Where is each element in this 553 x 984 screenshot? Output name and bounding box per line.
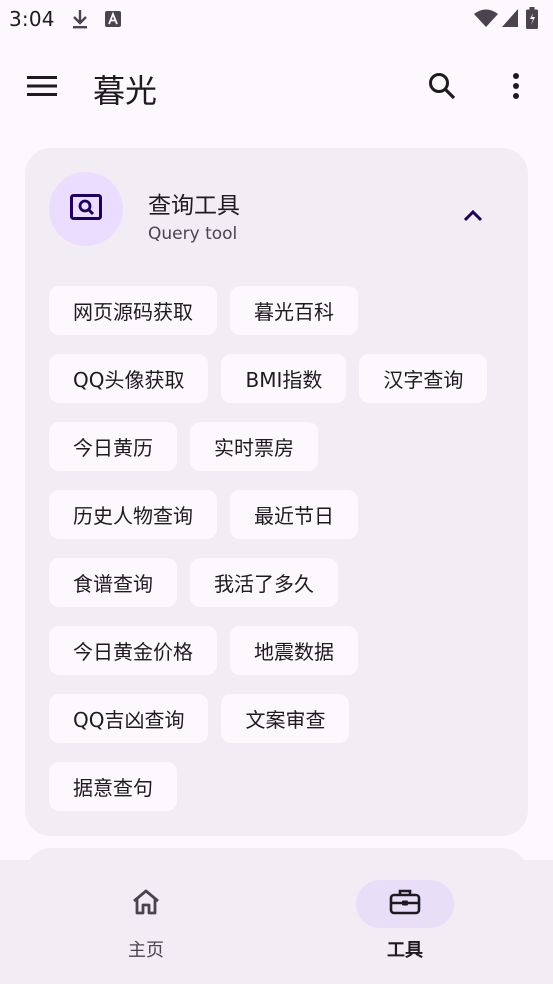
- chip-bmi-index[interactable]: BMI指数: [221, 354, 347, 403]
- chip-recipe-lookup[interactable]: 食谱查询: [49, 558, 177, 607]
- nav-item-home[interactable]: 主页: [86, 880, 206, 970]
- chip-how-long-lived[interactable]: 我活了多久: [190, 558, 338, 607]
- nav-label-tools: 工具: [387, 940, 423, 961]
- more-options-button[interactable]: [492, 64, 540, 112]
- cellular-icon: [502, 9, 518, 31]
- screen: 3:04 暮光 查询工具 Query tool 网页源码获取 暮光百科 QQ头像…: [0, 0, 553, 984]
- chip-qq-fortune[interactable]: QQ吉凶查询: [49, 694, 209, 743]
- chip-earthquake-data[interactable]: 地震数据: [230, 626, 358, 675]
- tool-chip-group: 网页源码获取 暮光百科 QQ头像获取 BMI指数 汉字查询 今日黄历 实时票房 …: [49, 286, 489, 811]
- menu-button[interactable]: [16, 64, 68, 112]
- top-app-bar: 暮光: [0, 52, 553, 124]
- wifi-icon: [474, 9, 498, 31]
- status-time: 3:04: [9, 7, 55, 31]
- chip-chinese-char-lookup[interactable]: 汉字查询: [359, 354, 488, 403]
- chip-historical-figure[interactable]: 历史人物查询: [49, 490, 217, 539]
- download-icon: [70, 8, 90, 34]
- bottom-navigation: 主页 工具: [0, 860, 553, 984]
- menu-icon: [27, 75, 57, 101]
- nav-indicator-active: [356, 880, 454, 928]
- chip-qq-avatar[interactable]: QQ头像获取: [49, 354, 209, 403]
- app-title: 暮光: [93, 72, 158, 110]
- chip-copy-review[interactable]: 文案审查: [221, 694, 350, 743]
- chip-recent-holidays[interactable]: 最近节日: [230, 490, 358, 539]
- chip-muguang-wiki[interactable]: 暮光百科: [230, 286, 358, 335]
- toolbox-icon: [389, 888, 421, 920]
- nav-indicator: [97, 880, 195, 928]
- more-vert-icon: [512, 72, 520, 104]
- chip-today-almanac[interactable]: 今日黄历: [49, 422, 177, 471]
- collapse-button[interactable]: [453, 196, 493, 236]
- card-header[interactable]: 查询工具 Query tool: [25, 148, 528, 278]
- chip-gold-price[interactable]: 今日黄金价格: [49, 626, 217, 675]
- chip-live-box-office[interactable]: 实时票房: [190, 422, 318, 471]
- search-icon: [427, 71, 457, 105]
- status-bar: 3:04: [0, 0, 553, 38]
- query-tool-card: 查询工具 Query tool 网页源码获取 暮光百科 QQ头像获取 BMI指数…: [25, 148, 528, 836]
- nav-item-tools[interactable]: 工具: [345, 880, 465, 970]
- image-search-icon: [70, 194, 102, 224]
- card-icon-container: [49, 172, 123, 246]
- chip-webpage-source[interactable]: 网页源码获取: [49, 286, 217, 335]
- card-subtitle: Query tool: [148, 224, 238, 244]
- chip-meaning-to-sentence[interactable]: 据意查句: [49, 762, 177, 811]
- battery-icon: [526, 7, 538, 33]
- card-title: 查询工具: [148, 193, 240, 219]
- home-icon: [131, 888, 161, 920]
- nav-label-home: 主页: [128, 940, 164, 961]
- text-badge-icon: [104, 10, 122, 32]
- search-button[interactable]: [418, 64, 466, 112]
- chevron-up-icon: [463, 207, 483, 226]
